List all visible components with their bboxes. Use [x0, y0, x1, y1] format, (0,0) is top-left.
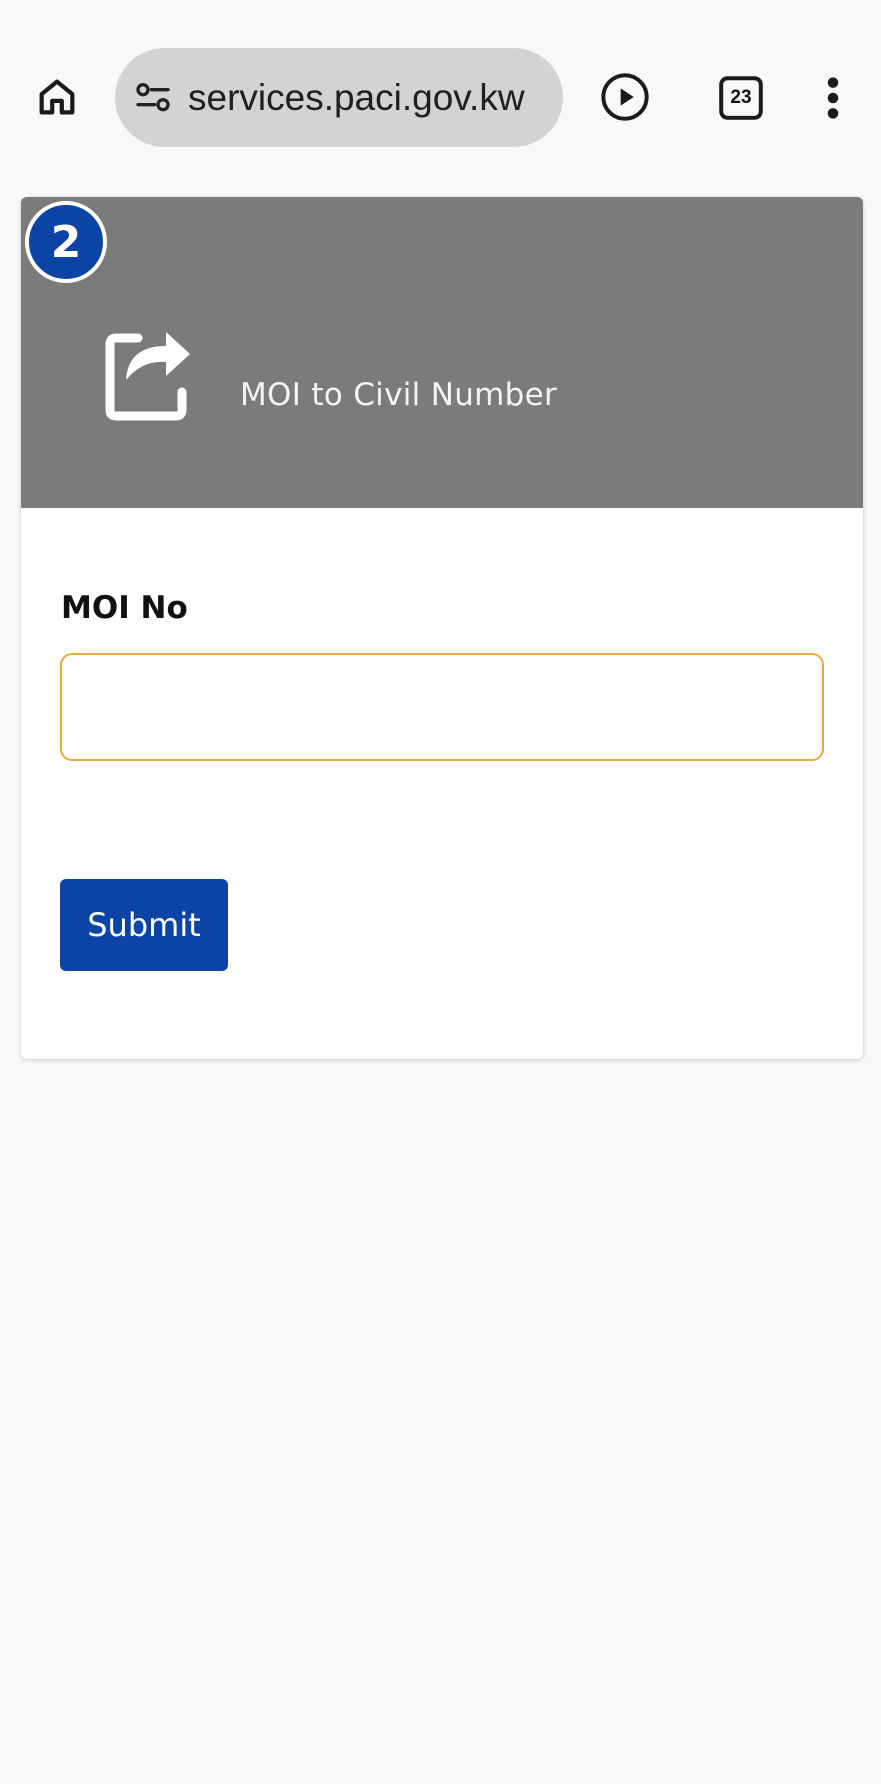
tab-switcher-button[interactable]: 23	[716, 73, 766, 123]
service-card: MOI to Civil Number MOI No Submit	[21, 197, 863, 1059]
home-icon	[39, 79, 75, 115]
step-number-badge: 2	[25, 201, 107, 283]
more-menu-button[interactable]	[818, 70, 848, 126]
moi-number-label: MOI No	[61, 590, 188, 626]
share-icon	[105, 332, 190, 421]
submit-button[interactable]: Submit	[60, 879, 228, 971]
browser-toolbar: services.paci.gov.kw 23	[0, 0, 881, 180]
card-title: MOI to Civil Number	[240, 377, 558, 413]
play-button[interactable]	[597, 69, 653, 125]
home-button[interactable]	[30, 70, 84, 124]
address-bar[interactable]: services.paci.gov.kw	[115, 48, 563, 147]
moi-number-input[interactable]	[60, 653, 824, 761]
more-vert-icon	[827, 77, 839, 119]
play-icon	[601, 73, 649, 121]
url-text: services.paci.gov.kw	[188, 76, 525, 118]
tab-count: 23	[730, 87, 752, 108]
site-settings-icon[interactable]	[133, 78, 173, 118]
card-header: MOI to Civil Number	[21, 197, 863, 508]
